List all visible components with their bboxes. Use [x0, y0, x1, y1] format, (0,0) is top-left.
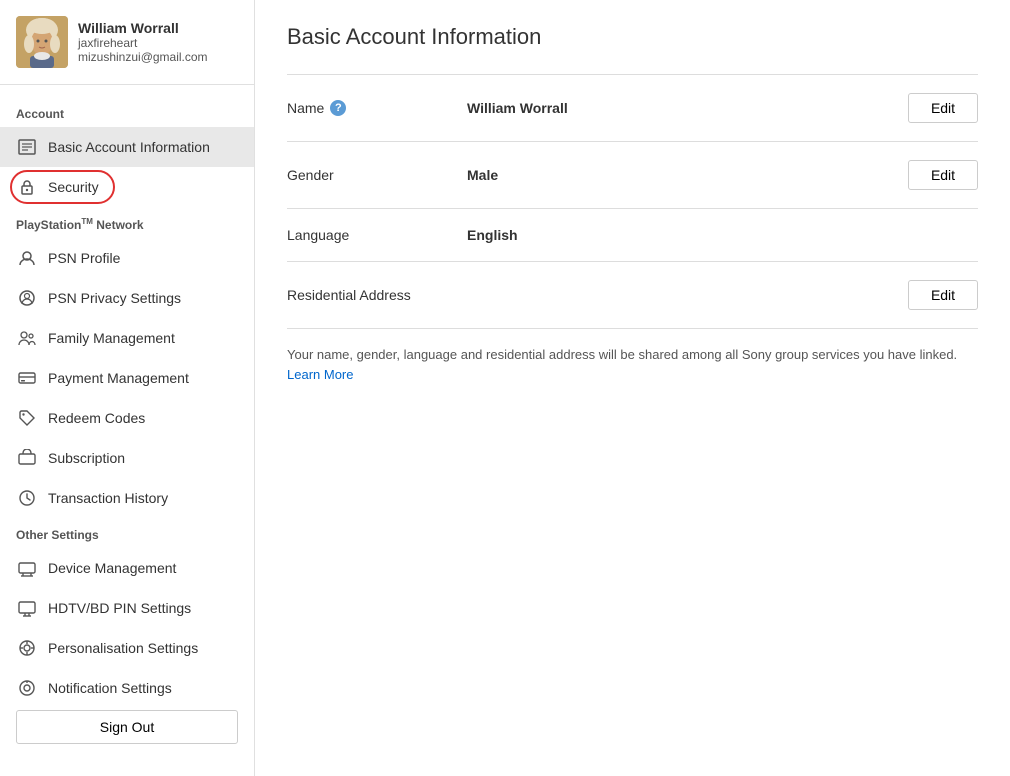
notification-label: Notification Settings	[48, 680, 172, 696]
redeem-codes-label: Redeem Codes	[48, 410, 145, 426]
tag-icon	[16, 407, 38, 429]
sidebar-item-notification[interactable]: Notification Settings	[0, 668, 254, 708]
person-icon	[16, 247, 38, 269]
psn-profile-label: PSN Profile	[48, 250, 120, 266]
device-management-label: Device Management	[48, 560, 176, 576]
language-label: Language	[287, 227, 467, 243]
sidebar-item-security[interactable]: Security	[0, 167, 254, 207]
credit-card-icon	[16, 367, 38, 389]
residential-address-label: Residential Address	[287, 287, 467, 303]
subscription-label: Subscription	[48, 450, 125, 466]
name-label: Name ?	[287, 100, 467, 116]
name-edit: Edit	[908, 93, 978, 123]
gender-value: Male	[467, 167, 908, 183]
security-label: Security	[48, 179, 99, 195]
subscription-icon	[16, 447, 38, 469]
residential-address-row: Residential Address Edit	[287, 262, 978, 329]
family-icon	[16, 327, 38, 349]
lock-icon	[16, 176, 38, 198]
psn-privacy-label: PSN Privacy Settings	[48, 290, 181, 306]
privacy-icon	[16, 287, 38, 309]
learn-more-link[interactable]: Learn More	[287, 367, 353, 382]
psn-section-label: PlayStationTM Network	[0, 211, 254, 238]
avatar	[16, 16, 68, 68]
user-handle: jaxfireheart	[78, 36, 208, 50]
sidebar-item-hdtv-pin[interactable]: HDTV/BD PIN Settings	[0, 588, 254, 628]
sidebar-item-device-management[interactable]: Device Management	[0, 548, 254, 588]
name-value: William Worrall	[467, 100, 908, 116]
sidebar-item-psn-profile[interactable]: PSN Profile	[0, 238, 254, 278]
footer-note-text: Your name, gender, language and resident…	[287, 345, 978, 365]
notification-icon	[16, 677, 38, 699]
sidebar-item-redeem-codes[interactable]: Redeem Codes	[0, 398, 254, 438]
user-email: mizushinzui@gmail.com	[78, 50, 208, 64]
other-settings-label: Other Settings	[0, 522, 254, 548]
sidebar-item-family-management[interactable]: Family Management	[0, 318, 254, 358]
sidebar-item-basic-account-info[interactable]: Basic Account Information	[0, 127, 254, 167]
account-section-label: Account	[0, 101, 254, 127]
residential-address-edit-button[interactable]: Edit	[908, 280, 978, 310]
gender-label: Gender	[287, 167, 467, 183]
sign-out-button[interactable]: Sign Out	[16, 710, 238, 744]
user-info: William Worrall jaxfireheart mizushinzui…	[78, 20, 208, 64]
basic-account-info-label: Basic Account Information	[48, 139, 210, 155]
user-name: William Worrall	[78, 20, 208, 36]
name-edit-button[interactable]: Edit	[908, 93, 978, 123]
page-title: Basic Account Information	[287, 24, 978, 50]
footer-note: Your name, gender, language and resident…	[287, 329, 978, 392]
hdtv-pin-label: HDTV/BD PIN Settings	[48, 600, 191, 616]
tv-icon	[16, 597, 38, 619]
language-row: Language English	[287, 209, 978, 262]
transaction-history-label: Transaction History	[48, 490, 168, 506]
main-content: Basic Account Information Name ? William…	[255, 0, 1010, 776]
name-help-icon[interactable]: ?	[330, 100, 346, 116]
name-row: Name ? William Worrall Edit	[287, 75, 978, 142]
personalisation-icon	[16, 637, 38, 659]
sidebar-item-personalisation[interactable]: Personalisation Settings	[0, 628, 254, 668]
language-value: English	[467, 227, 908, 243]
user-profile: William Worrall jaxfireheart mizushinzui…	[0, 16, 254, 85]
residential-address-edit: Edit	[908, 280, 978, 310]
sidebar-item-payment-management[interactable]: Payment Management	[0, 358, 254, 398]
sidebar-item-subscription[interactable]: Subscription	[0, 438, 254, 478]
gender-row: Gender Male Edit	[287, 142, 978, 209]
sidebar-item-psn-privacy[interactable]: PSN Privacy Settings	[0, 278, 254, 318]
sidebar-item-transaction-history[interactable]: Transaction History	[0, 478, 254, 518]
info-section: Name ? William Worrall Edit Gender Male …	[287, 74, 978, 329]
sidebar: William Worrall jaxfireheart mizushinzui…	[0, 0, 255, 776]
personalisation-label: Personalisation Settings	[48, 640, 198, 656]
device-icon	[16, 557, 38, 579]
gender-edit-button[interactable]: Edit	[908, 160, 978, 190]
history-icon	[16, 487, 38, 509]
payment-management-label: Payment Management	[48, 370, 189, 386]
list-icon	[16, 136, 38, 158]
family-management-label: Family Management	[48, 330, 175, 346]
gender-edit: Edit	[908, 160, 978, 190]
